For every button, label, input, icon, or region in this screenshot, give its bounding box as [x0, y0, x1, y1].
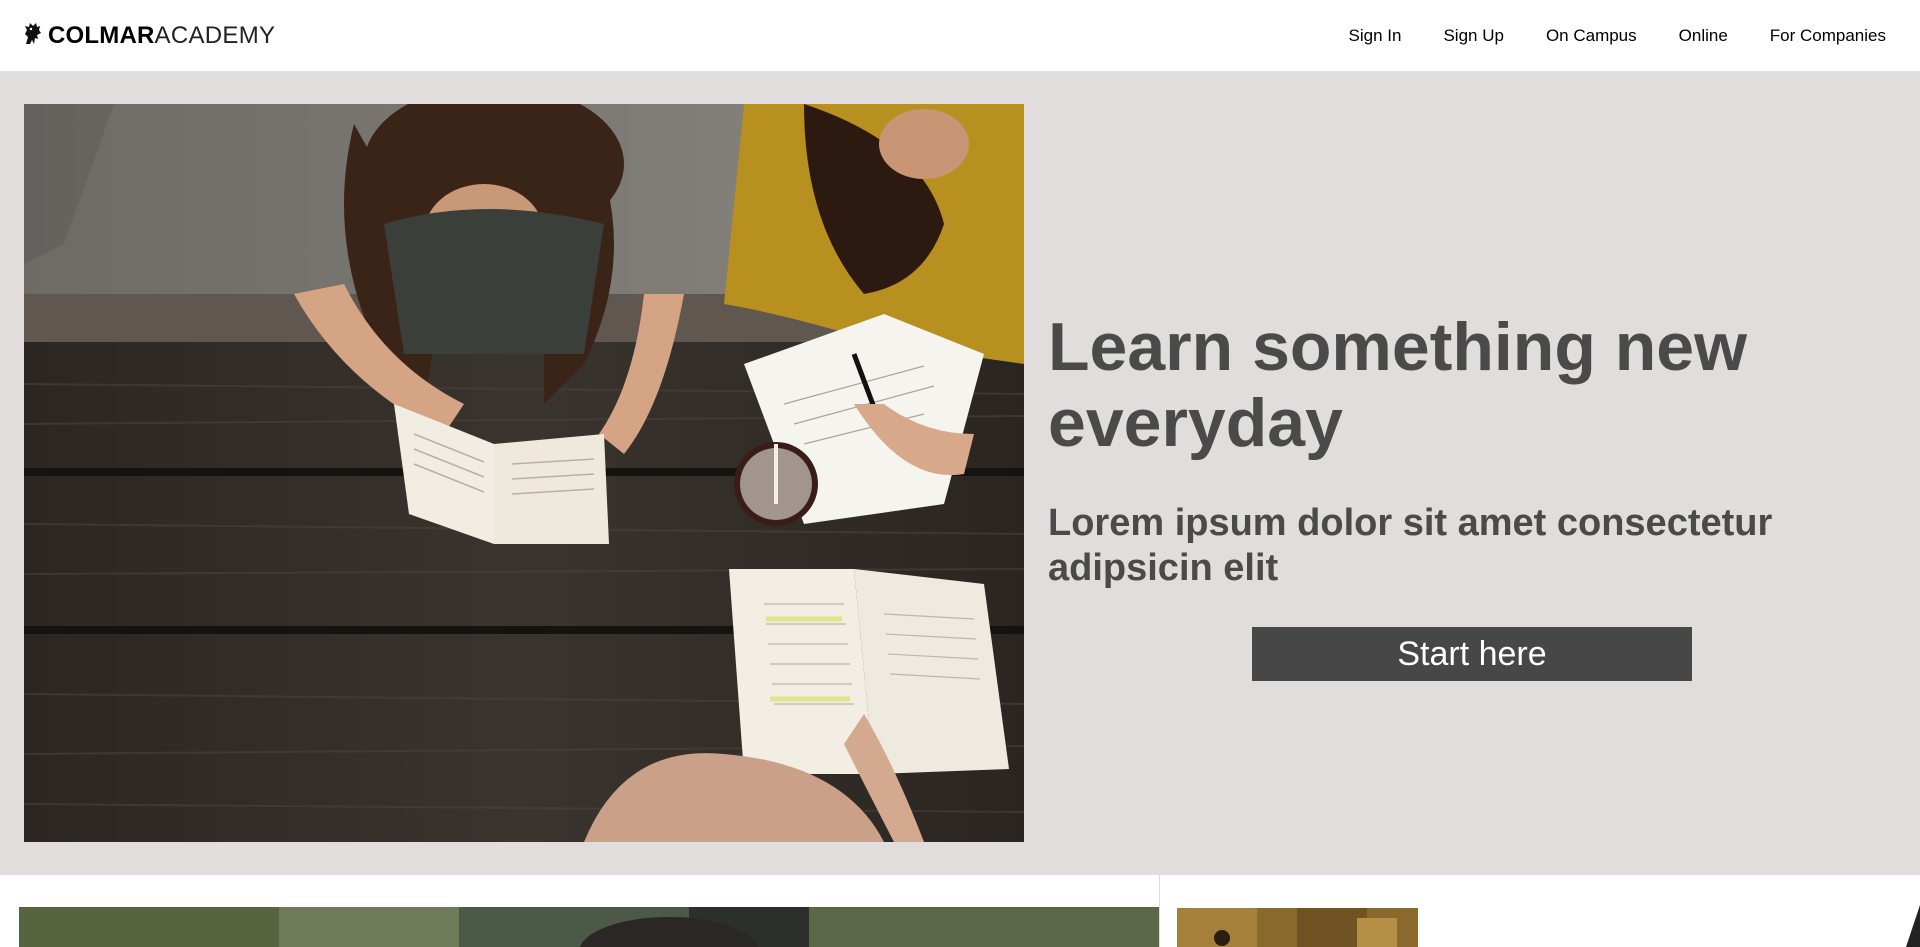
hero-image — [24, 104, 1024, 842]
nav-on-campus[interactable]: On Campus — [1525, 0, 1658, 72]
main-nav: Sign In Sign Up On Campus Online For Com… — [1328, 0, 1886, 72]
section-divider — [1159, 875, 1160, 947]
featured-card-image[interactable] — [19, 907, 1159, 947]
site-header: COLMAR ACADEMY Sign In Sign Up On Campus … — [0, 0, 1920, 72]
start-here-button[interactable]: Start here — [1252, 627, 1692, 681]
tertiary-card-image[interactable] — [1906, 905, 1920, 947]
hero-section: Learn something new everyday Lorem ipsum… — [0, 72, 1920, 875]
hero-subtitle: Lorem ipsum dolor sit amet consectetur a… — [1048, 502, 1773, 589]
site-logo[interactable]: COLMAR ACADEMY — [22, 20, 275, 52]
featured-section — [0, 875, 1920, 947]
students-photo-illustration — [24, 104, 1024, 842]
secondary-card-image[interactable] — [1177, 908, 1418, 947]
logo-wordmark-bold: COLMAR — [48, 22, 155, 49]
nav-sign-up[interactable]: Sign Up — [1422, 0, 1524, 72]
hero-title: Learn something new everyday — [1048, 309, 1747, 461]
nav-sign-in[interactable]: Sign In — [1328, 0, 1423, 72]
griffin-icon — [25, 23, 41, 44]
nav-online[interactable]: Online — [1658, 0, 1749, 72]
logo-wordmark-light: ACADEMY — [154, 22, 276, 49]
nav-for-companies[interactable]: For Companies — [1749, 0, 1886, 72]
